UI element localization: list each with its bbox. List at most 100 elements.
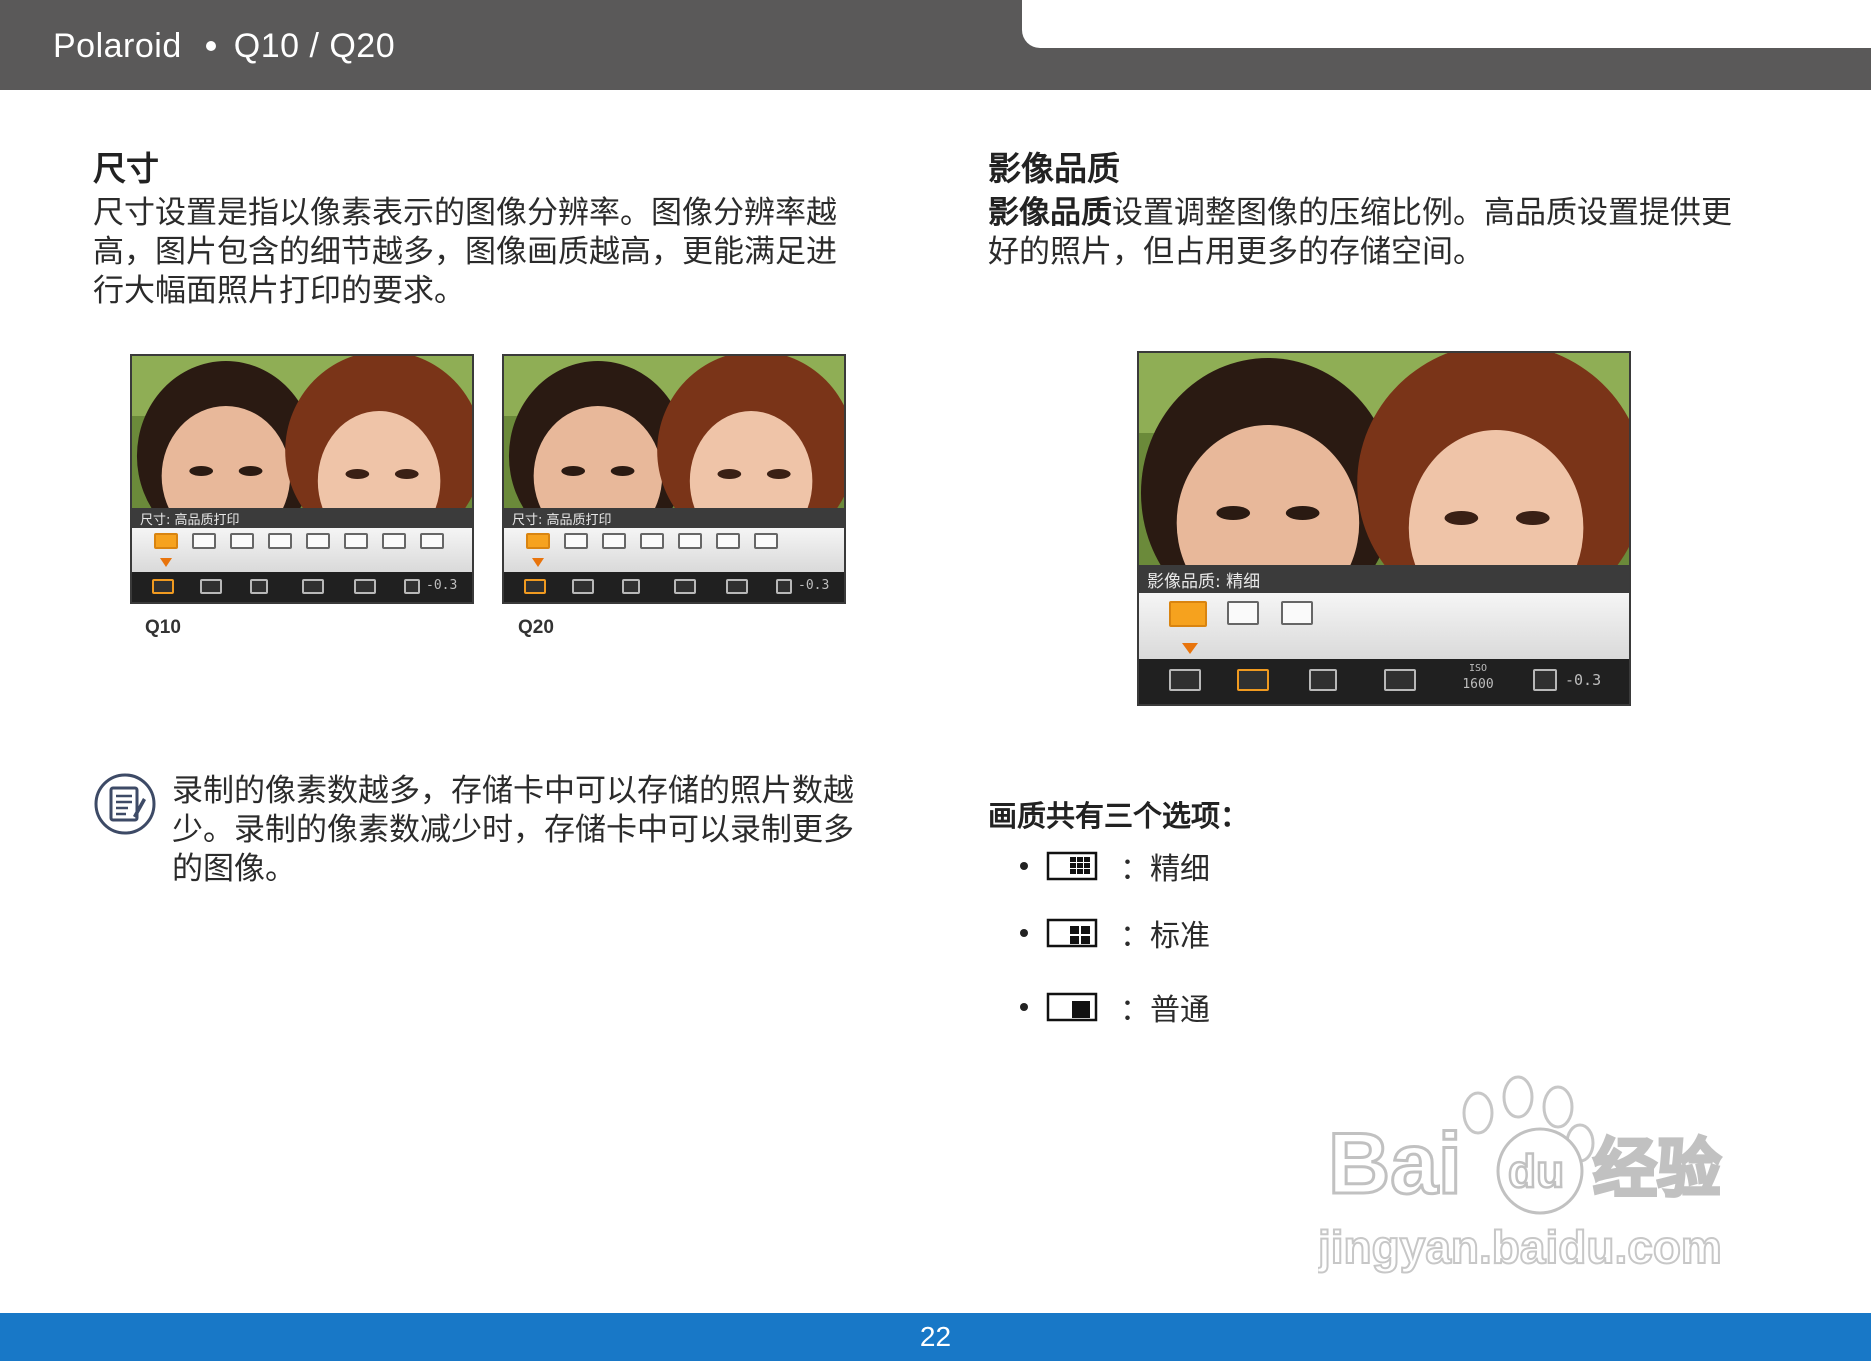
exposure-icon bbox=[776, 579, 792, 594]
quality-option-bar bbox=[1139, 593, 1629, 663]
size-menu-label: 尺寸: 高品质打印 bbox=[504, 508, 844, 528]
svg-text:jingyan.baidu.com: jingyan.baidu.com bbox=[1318, 1221, 1722, 1273]
quality-body-rest: 设置调整图像的压缩比例。高品质设置提供更 bbox=[1112, 195, 1732, 231]
quality-fine-icon bbox=[1046, 851, 1098, 881]
quality-option-label: ：标准 bbox=[1120, 919, 1210, 954]
size-body-line-1: 尺寸设置是指以像素表示的图像分辨率。图像分辨率越 bbox=[93, 195, 837, 231]
svg-text:du: du bbox=[1508, 1145, 1564, 1197]
quality-menu-label: 影像品质: 精细 bbox=[1139, 565, 1629, 593]
size-screen-q20: 尺寸: 高品质打印 -0.3 bbox=[502, 354, 846, 604]
quality-normal-option-icon[interactable] bbox=[1281, 601, 1313, 625]
size-option-icon[interactable] bbox=[678, 533, 702, 549]
size-status-icon bbox=[524, 579, 546, 594]
quality-status-icon bbox=[572, 579, 594, 594]
quality-option-label: ：普通 bbox=[1120, 993, 1210, 1028]
white-balance-icon bbox=[622, 579, 640, 594]
size-option-icon[interactable] bbox=[382, 533, 406, 549]
size-screen-q10: 尺寸: 高品质打印 -0.3 bbox=[130, 354, 474, 604]
iso-icon bbox=[726, 579, 748, 594]
selection-marker-icon bbox=[160, 558, 172, 567]
model-name: Q10 / Q20 bbox=[233, 26, 396, 65]
q10-caption: Q10 bbox=[145, 617, 181, 638]
note-line-2: 少。录制的像素数减少时，存储卡中可以录制更多 bbox=[172, 812, 854, 848]
exposure-icon bbox=[404, 579, 420, 594]
page-header: Polaroid Q10 / Q20 bbox=[0, 0, 1871, 90]
separator-dot-icon bbox=[205, 41, 216, 51]
size-option-icon[interactable] bbox=[268, 533, 292, 549]
size-section-body: 尺寸设置是指以像素表示的图像分辨率。图像分辨率越 高，图片包含的细节越多，图像画… bbox=[93, 194, 873, 311]
quality-body-line-2: 好的照片，但占用更多的存储空间。 bbox=[988, 234, 1484, 270]
status-bar: -0.3 bbox=[132, 572, 472, 602]
quality-status-icon bbox=[1237, 669, 1269, 691]
size-option-bar bbox=[504, 528, 844, 574]
metering-icon bbox=[674, 579, 696, 594]
ev-value: -0.3 bbox=[798, 578, 830, 593]
size-section-title: 尺寸 bbox=[93, 149, 159, 188]
quality-fine-option-icon[interactable] bbox=[1169, 601, 1207, 627]
quality-body-bold: 影像品质 bbox=[988, 195, 1112, 231]
iso-icon bbox=[354, 579, 376, 594]
sample-photo bbox=[132, 356, 472, 508]
q20-caption: Q20 bbox=[518, 617, 554, 638]
size-body-line-2: 高，图片包含的细节越多，图像画质越高，更能满足进 bbox=[93, 234, 837, 270]
size-option-icon[interactable] bbox=[230, 533, 254, 549]
baidu-jingyan-watermark-logo: Bai du 经验 jingyan.baidu.com bbox=[1318, 1075, 1723, 1274]
bullet-icon bbox=[1020, 1003, 1028, 1011]
size-option-icon[interactable] bbox=[564, 533, 588, 549]
size-option-icon[interactable] bbox=[716, 533, 740, 549]
size-option-bar bbox=[132, 528, 472, 574]
size-status-icon bbox=[1169, 669, 1201, 691]
bullet-icon bbox=[1020, 929, 1028, 937]
size-status-icon bbox=[152, 579, 174, 594]
size-option-icon[interactable] bbox=[602, 533, 626, 549]
note-line-3: 的图像。 bbox=[172, 851, 296, 887]
note-text: 录制的像素数越多，存储卡中可以存储的照片数越 少。录制的像素数减少时，存储卡中可… bbox=[172, 772, 892, 889]
selection-marker-icon bbox=[532, 558, 544, 567]
sample-photo bbox=[1139, 353, 1629, 565]
size-option-icon[interactable] bbox=[344, 533, 368, 549]
quality-option-normal: ：普通 bbox=[1020, 987, 1210, 1028]
status-bar: -0.3 bbox=[504, 572, 844, 602]
size-option-icon[interactable] bbox=[420, 533, 444, 549]
quality-option-standard: ：标准 bbox=[1020, 913, 1210, 954]
quality-options-title: 画质共有三个选项： bbox=[988, 799, 1250, 833]
quality-normal-icon bbox=[1046, 992, 1098, 1022]
metering-icon bbox=[1384, 669, 1416, 691]
size-option-selected-icon[interactable] bbox=[154, 533, 178, 549]
quality-body-line-1: 影像品质设置调整图像的压缩比例。高品质设置提供更 bbox=[988, 194, 1788, 233]
size-option-selected-icon[interactable] bbox=[526, 533, 550, 549]
quality-option-fine: ：精细 bbox=[1020, 846, 1210, 887]
ev-value: -0.3 bbox=[1565, 671, 1602, 689]
quality-standard-icon bbox=[1046, 918, 1098, 948]
size-option-icon[interactable] bbox=[306, 533, 330, 549]
iso-label: ISO bbox=[1468, 663, 1488, 674]
brand-name: Polaroid bbox=[53, 26, 182, 65]
white-balance-icon bbox=[1309, 669, 1337, 691]
size-menu-label: 尺寸: 高品质打印 bbox=[132, 508, 472, 528]
quality-standard-option-icon[interactable] bbox=[1227, 601, 1259, 625]
ev-value: -0.3 bbox=[426, 578, 458, 593]
size-body-line-3: 行大幅面照片打印的要求。 bbox=[93, 273, 465, 309]
quality-option-label: ：精细 bbox=[1120, 852, 1210, 887]
selection-marker-icon bbox=[1182, 643, 1198, 654]
svg-text:Bai: Bai bbox=[1328, 1116, 1462, 1212]
size-option-icon[interactable] bbox=[192, 533, 216, 549]
white-balance-icon bbox=[250, 579, 268, 594]
page-number: 22 bbox=[919, 1321, 952, 1352]
quality-section-title: 影像品质 bbox=[988, 149, 1120, 188]
quality-section-body: 影像品质设置调整图像的压缩比例。高品质设置提供更 好的照片，但占用更多的存储空间… bbox=[988, 194, 1788, 272]
header-brand: Polaroid Q10 / Q20 bbox=[53, 24, 395, 68]
metering-icon bbox=[302, 579, 324, 594]
header-tab-cutout bbox=[1022, 0, 1871, 78]
svg-text:经验: 经验 bbox=[1593, 1133, 1721, 1207]
quality-status-icon bbox=[200, 579, 222, 594]
size-option-icon[interactable] bbox=[754, 533, 778, 549]
quality-screen: 影像品质: 精细 ISO 1600 -0.3 bbox=[1137, 351, 1631, 706]
status-bar: ISO 1600 -0.3 bbox=[1139, 659, 1629, 704]
bullet-icon bbox=[1020, 862, 1028, 870]
note-line-1: 录制的像素数越多，存储卡中可以存储的照片数越 bbox=[172, 773, 854, 809]
sample-photo bbox=[504, 356, 844, 508]
note-pad-icon bbox=[94, 773, 156, 835]
size-option-icon[interactable] bbox=[640, 533, 664, 549]
iso-value: 1600 bbox=[1462, 677, 1494, 692]
